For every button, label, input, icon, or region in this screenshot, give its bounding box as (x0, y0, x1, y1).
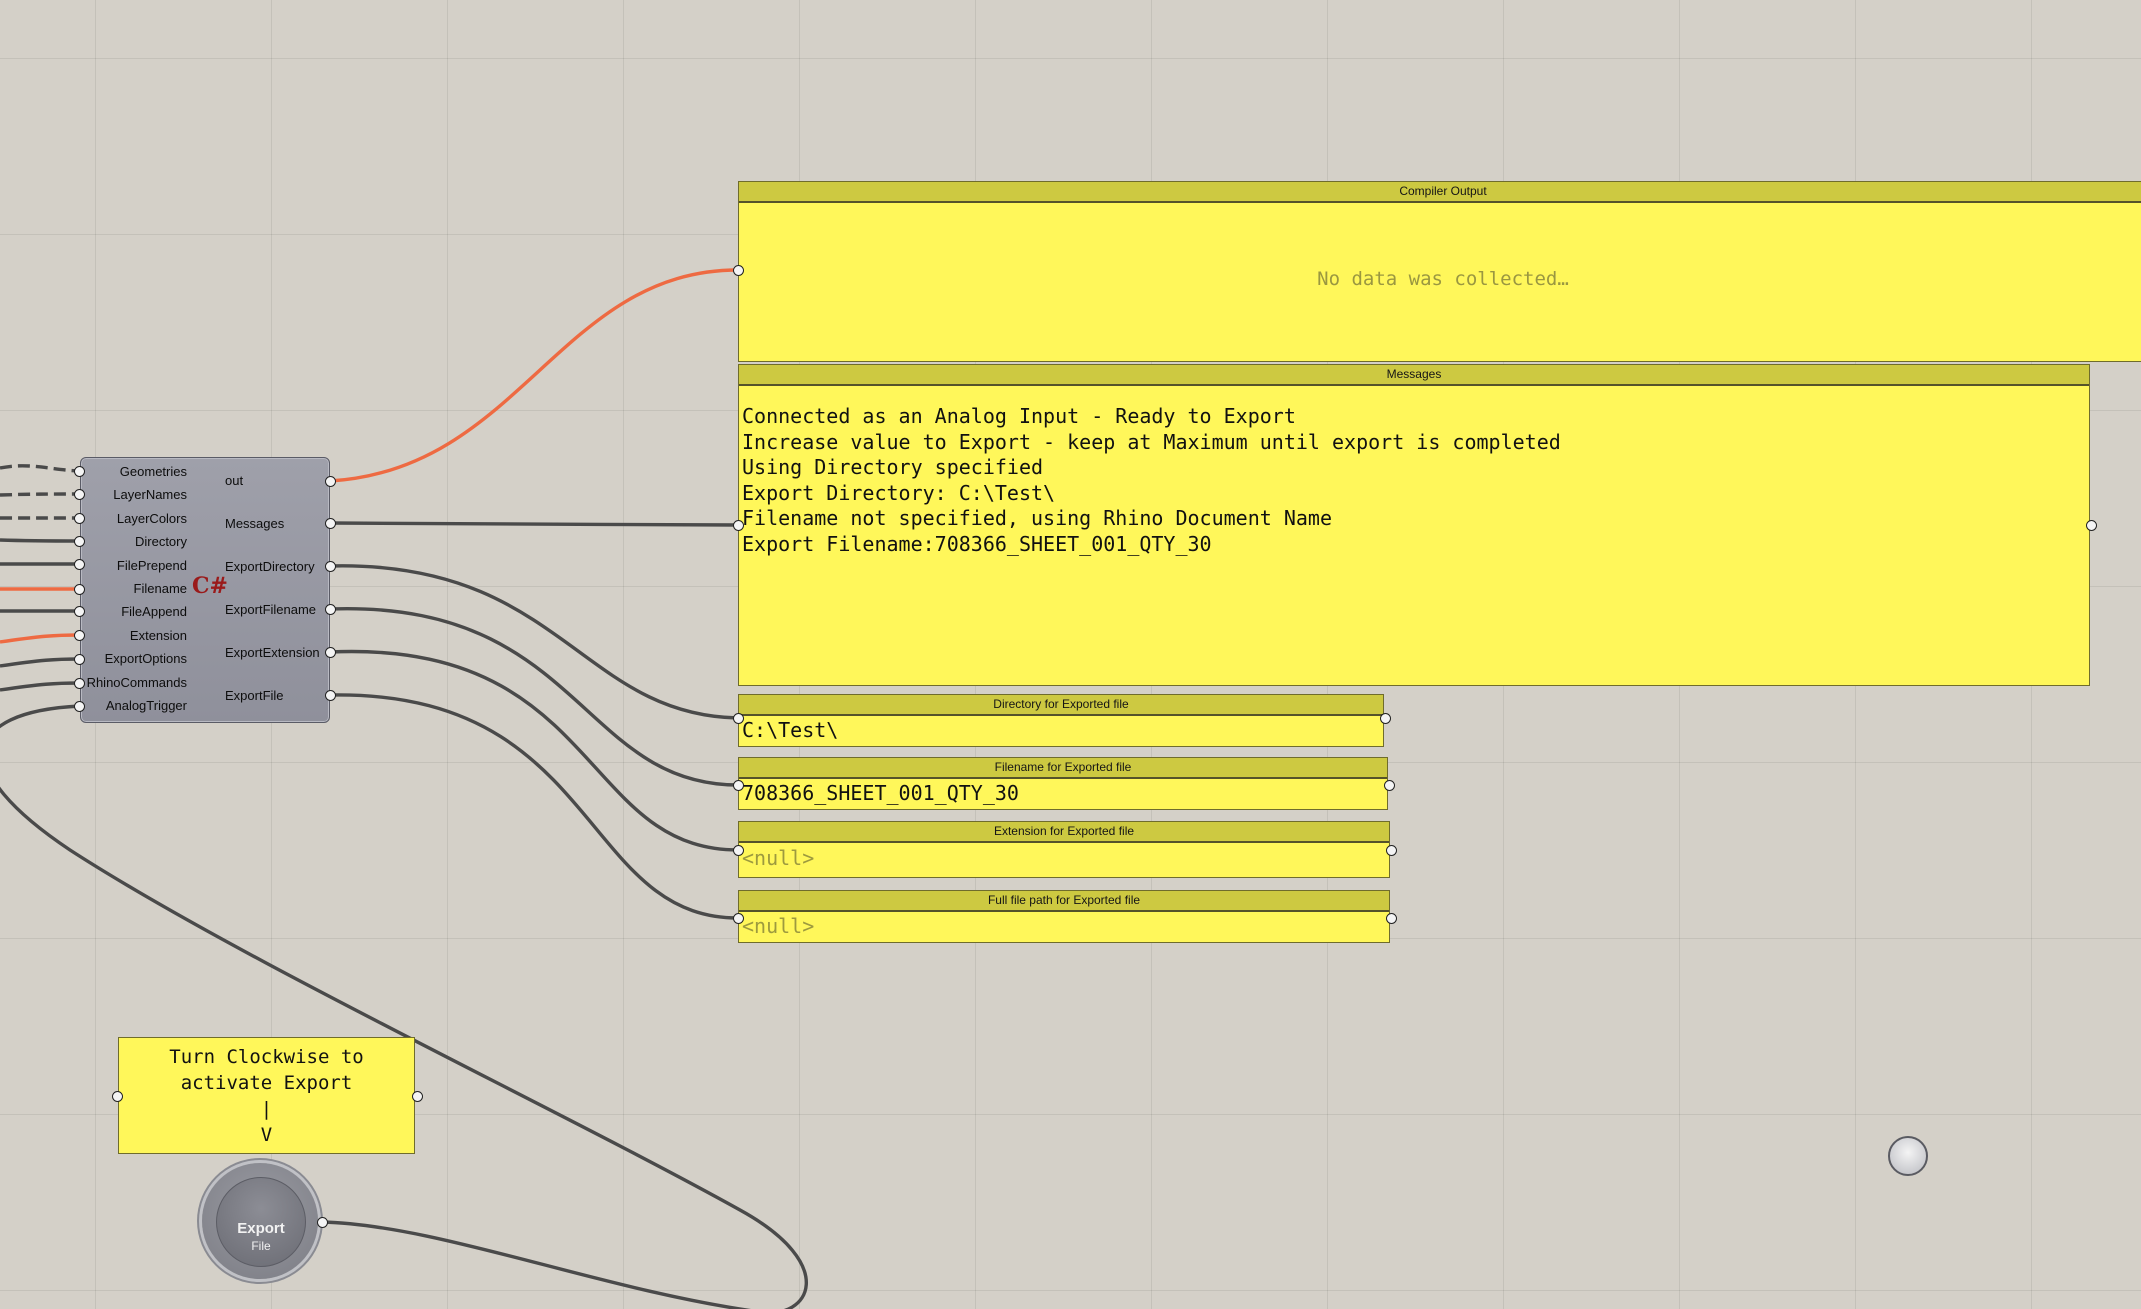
dial-label: Export (237, 1220, 285, 1237)
compiler-output-panel[interactable]: Compiler Output No data was collected… (738, 181, 2141, 362)
grip-filename-output[interactable] (1384, 780, 1395, 791)
grip-in-fileappend[interactable] (74, 606, 85, 617)
grip-directory-output[interactable] (1380, 713, 1391, 724)
grip-directory-input[interactable] (733, 713, 744, 724)
input-geometries[interactable]: Geometries (120, 464, 187, 479)
wire-exportdirectory[interactable] (329, 564, 739, 720)
output-exportfile[interactable]: ExportFile (225, 688, 284, 703)
wire-directory[interactable] (0, 538, 81, 543)
output-exportfilename[interactable]: ExportFilename (225, 602, 316, 617)
grip-filename-input[interactable] (733, 780, 744, 791)
note-line: | (260, 1098, 273, 1120)
message-line: Using Directory specified (742, 455, 1044, 479)
input-fileappend[interactable]: FileAppend (121, 604, 187, 619)
wire-rhinocommands[interactable] (0, 681, 81, 692)
message-line: Filename not specified, using Rhino Docu… (742, 506, 1333, 530)
panel-header: Filename for Exported file (739, 758, 1387, 779)
grip-in-analogtrigger[interactable] (74, 701, 85, 712)
grip-messages-output[interactable] (2086, 520, 2097, 531)
input-rhinocommands[interactable]: RhinoCommands (87, 675, 187, 690)
input-filename[interactable]: Filename (134, 581, 187, 596)
input-fileprepend[interactable]: FilePrepend (117, 558, 187, 573)
panel-header: Compiler Output (739, 182, 2141, 203)
fullpath-value: <null> (742, 914, 815, 938)
grip-out-messages[interactable] (325, 518, 336, 529)
grip-in-fileprepend[interactable] (74, 559, 85, 570)
grip-compiler-input[interactable] (733, 265, 744, 276)
wire-analogtrigger[interactable] (0, 704, 808, 1309)
extension-panel[interactable]: Extension for Exported file <null> (738, 821, 1390, 878)
empty-message: No data was collected… (1317, 268, 1569, 290)
wire-geometries[interactable] (0, 464, 81, 473)
messages-panel[interactable]: Messages Connected as an Analog Input - … (738, 364, 2090, 686)
fullpath-panel[interactable]: Full file path for Exported file <null> (738, 890, 1390, 943)
directory-panel[interactable]: Directory for Exported file C:\Test\ (738, 694, 1384, 747)
panel-header: Directory for Exported file (739, 695, 1383, 716)
grip-note-input[interactable] (112, 1091, 123, 1102)
csharp-script-component[interactable]: Geometries LayerNames LayerColors Direct… (80, 457, 330, 723)
input-extension[interactable]: Extension (130, 628, 187, 643)
grip-in-extension[interactable] (74, 630, 85, 641)
output-out[interactable]: out (225, 473, 243, 488)
filename-value: 708366_SHEET_001_QTY_30 (742, 781, 1019, 805)
grip-fullpath-input[interactable] (733, 913, 744, 924)
dial-face[interactable]: Export File (216, 1177, 306, 1267)
wire-exportextension[interactable] (329, 649, 739, 852)
wire-exportoptions[interactable] (0, 657, 81, 668)
grip-in-filename[interactable] (74, 584, 85, 595)
knob-icon[interactable] (1888, 1136, 1928, 1176)
panel-header: Extension for Exported file (739, 822, 1389, 843)
grip-extension-input[interactable] (733, 845, 744, 856)
filename-panel[interactable]: Filename for Exported file 708366_SHEET_… (738, 757, 1388, 810)
wire-layernames[interactable] (0, 492, 81, 497)
note-line: V (260, 1124, 273, 1146)
message-line: Increase value to Export - keep at Maxim… (742, 429, 1561, 454)
csharp-icon: C# (192, 573, 228, 599)
output-exportextension[interactable]: ExportExtension (225, 645, 320, 660)
messages-body: Connected as an Analog Input - Ready to … (739, 386, 2089, 561)
grip-dial-output[interactable] (317, 1217, 328, 1228)
wire-out-compiler[interactable] (329, 268, 739, 483)
directory-value: C:\Test\ (742, 718, 839, 742)
grip-messages-input[interactable] (733, 520, 744, 531)
export-file-dial[interactable]: Export File (202, 1163, 318, 1279)
input-exportoptions[interactable]: ExportOptions (105, 651, 187, 666)
extension-value: <null> (742, 846, 815, 870)
output-exportdirectory[interactable]: ExportDirectory (225, 559, 315, 574)
message-line: Connected as an Analog Input - Ready to … (742, 404, 1296, 428)
panel-header: Full file path for Exported file (739, 891, 1389, 912)
dial-sublabel: File (251, 1239, 271, 1253)
note-line: Turn Clockwise to (169, 1046, 364, 1068)
grip-note-output[interactable] (412, 1091, 423, 1102)
wire-exportfile[interactable] (329, 693, 739, 920)
grip-extension-output[interactable] (1386, 845, 1397, 856)
input-analogtrigger[interactable]: AnalogTrigger (106, 698, 187, 713)
grip-in-layernames[interactable] (74, 489, 85, 500)
panel-header: Messages (739, 365, 2089, 386)
message-line: Export Directory: C:\Test\ (742, 480, 1056, 505)
instruction-note-panel[interactable]: Turn Clockwise to activate Export | V (118, 1037, 415, 1154)
grip-out-exportfile[interactable] (325, 690, 336, 701)
grip-in-rhinocommands[interactable] (74, 678, 85, 689)
input-directory[interactable]: Directory (135, 534, 187, 549)
message-line: Export Filename:708366_SHEET_001_QTY_30 (742, 531, 1212, 556)
grip-in-directory[interactable] (74, 536, 85, 547)
grip-in-exportoptions[interactable] (74, 654, 85, 665)
grip-out-out[interactable] (325, 476, 336, 487)
note-line: activate Export (180, 1072, 353, 1094)
grip-in-geometries[interactable] (74, 466, 85, 477)
wire-extension[interactable] (0, 633, 81, 644)
output-messages[interactable]: Messages (225, 516, 284, 531)
grip-out-exportfilename[interactable] (325, 604, 336, 615)
grip-fullpath-output[interactable] (1386, 913, 1397, 924)
grip-out-exportdirectory[interactable] (325, 561, 336, 572)
input-layercolors[interactable]: LayerColors (117, 511, 187, 526)
input-layernames[interactable]: LayerNames (113, 487, 187, 502)
grip-in-layercolors[interactable] (74, 513, 85, 524)
grip-out-exportextension[interactable] (325, 647, 336, 658)
wire-messages[interactable] (329, 521, 739, 527)
